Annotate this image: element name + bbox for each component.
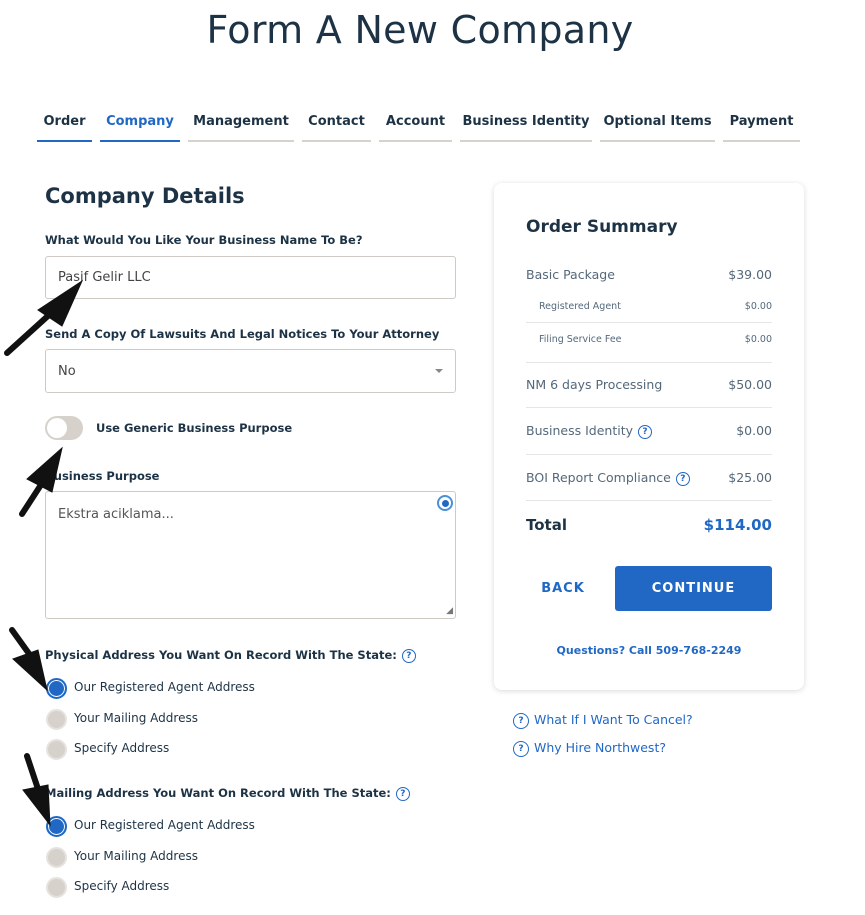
item-price: $50.00	[728, 377, 772, 392]
tab-label: Management	[193, 114, 289, 129]
divider	[526, 454, 772, 455]
item-name: Business Identity	[526, 423, 634, 438]
item-name: Registered Agent	[539, 301, 621, 312]
summary-row: NM 6 days Processing $50.00	[526, 377, 772, 392]
order-summary-title: Order Summary	[526, 217, 678, 237]
help-icon[interactable]: ?	[401, 648, 416, 663]
help-icon[interactable]: ?	[395, 786, 410, 801]
grammar-assistant-icon[interactable]	[437, 495, 453, 511]
tab-label: Order	[43, 114, 86, 129]
back-button[interactable]: BACK	[526, 566, 600, 611]
attorney-value: No	[58, 363, 76, 379]
cancel-info-link[interactable]: ? What If I Want To Cancel?	[513, 712, 693, 729]
business-purpose-label: Business Purpose	[45, 469, 160, 483]
item-price: $0.00	[736, 423, 772, 438]
item-price: $25.00	[728, 470, 772, 485]
tab-label: Optional Items	[603, 114, 712, 129]
radio-label: Your Mailing Address	[74, 711, 198, 725]
summary-row: Registered Agent $0.00	[539, 301, 772, 312]
questions-phone-link[interactable]: Questions? Call 509-768-2249	[494, 644, 804, 657]
mailing-address-label: Mailing Address You Want On Record With …	[45, 786, 410, 801]
continue-button[interactable]: CONTINUE	[615, 566, 772, 611]
mailing-radio-registered-agent[interactable]	[46, 816, 67, 837]
summary-row: Business Identity? $0.00	[526, 423, 772, 439]
link-text: Why Hire Northwest?	[534, 740, 666, 755]
order-summary-card: Order Summary Basic Package $39.00 Regist…	[494, 183, 804, 690]
toggle-knob	[47, 418, 67, 438]
item-price: $0.00	[744, 301, 772, 312]
item-name: Basic Package	[526, 267, 615, 282]
attorney-select[interactable]: No	[45, 349, 456, 393]
business-name-label: What Would You Like Your Business Name T…	[45, 233, 363, 247]
physical-radio-registered-agent[interactable]	[46, 678, 67, 699]
mailing-radio-specify[interactable]	[46, 877, 67, 898]
radio-label: Your Mailing Address	[74, 849, 198, 863]
radio-label: Specify Address	[74, 741, 170, 755]
link-text: What If I Want To Cancel?	[534, 712, 693, 727]
summary-row: BOI Report Compliance? $25.00	[526, 470, 772, 486]
tab-optional-items[interactable]: Optional Items	[600, 114, 715, 142]
item-name: BOI Report Compliance	[526, 470, 671, 485]
tab-label: Payment	[729, 114, 794, 129]
divider	[526, 322, 772, 323]
physical-radio-mailing[interactable]	[46, 709, 67, 730]
tab-label: Contact	[308, 114, 365, 129]
item-price: $39.00	[728, 267, 772, 282]
tab-management[interactable]: Management	[188, 114, 294, 142]
tab-label: Company	[106, 114, 174, 129]
business-name-input[interactable]: Pasif Gelir LLC	[45, 256, 456, 299]
summary-row: Basic Package $39.00	[526, 267, 772, 282]
generic-purpose-toggle[interactable]	[45, 416, 83, 440]
divider	[526, 407, 772, 408]
chevron-down-icon	[435, 369, 443, 373]
tab-payment[interactable]: Payment	[723, 114, 800, 142]
item-name: Filing Service Fee	[539, 334, 622, 345]
tab-account[interactable]: Account	[379, 114, 452, 142]
item-name: NM 6 days Processing	[526, 377, 663, 392]
physical-radio-specify[interactable]	[46, 739, 67, 760]
radio-label: Specify Address	[74, 879, 170, 893]
tab-business-identity[interactable]: Business Identity	[460, 114, 592, 142]
page-title: Form A New Company	[206, 8, 634, 52]
item-price: $0.00	[744, 334, 772, 345]
help-icon[interactable]: ?	[675, 471, 690, 486]
mailing-radio-mailing[interactable]	[46, 847, 67, 868]
help-icon: ?	[513, 740, 529, 757]
divider	[526, 500, 772, 501]
total-value: $114.00	[703, 516, 772, 534]
business-purpose-placeholder: Ekstra aciklama...	[58, 507, 174, 522]
business-purpose-textarea[interactable]: Ekstra aciklama... ◢	[45, 491, 456, 619]
total-row: Total $114.00	[526, 516, 772, 534]
why-hire-link[interactable]: ? Why Hire Northwest?	[513, 740, 666, 757]
total-label: Total	[526, 516, 567, 534]
help-icon: ?	[513, 712, 529, 729]
tab-label: Account	[385, 114, 446, 129]
business-name-value: Pasif Gelir LLC	[58, 270, 151, 285]
tab-company[interactable]: Company	[100, 114, 180, 142]
tab-order[interactable]: Order	[37, 114, 92, 142]
physical-address-text: Physical Address You Want On Record With…	[45, 648, 397, 662]
tab-label: Business Identity	[462, 114, 590, 129]
arrow-icon	[9, 627, 48, 692]
tab-contact[interactable]: Contact	[302, 114, 371, 142]
section-title: Company Details	[45, 184, 245, 208]
physical-address-label: Physical Address You Want On Record With…	[45, 648, 416, 663]
attorney-label: Send A Copy Of Lawsuits And Legal Notice…	[45, 327, 440, 341]
summary-row: Filing Service Fee $0.00	[539, 334, 772, 345]
help-icon[interactable]: ?	[638, 424, 653, 439]
generic-purpose-label: Use Generic Business Purpose	[96, 421, 293, 435]
divider	[526, 362, 772, 363]
resize-handle-icon[interactable]: ◢	[446, 606, 453, 616]
radio-label: Our Registered Agent Address	[74, 818, 255, 832]
radio-label: Our Registered Agent Address	[74, 680, 255, 694]
mailing-address-text: Mailing Address You Want On Record With …	[45, 786, 391, 800]
